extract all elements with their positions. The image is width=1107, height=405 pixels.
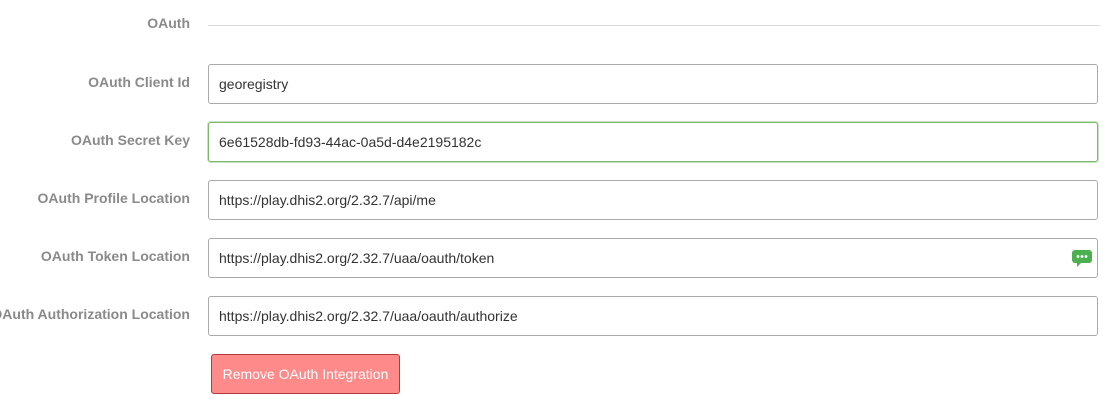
- oauth-settings-form: OAuth OAuth Client Id OAuth Secret Key O…: [0, 0, 1107, 405]
- authorization-location-input[interactable]: [208, 296, 1098, 336]
- oauth-section-header: OAuth: [0, 12, 1100, 36]
- secret-key-row: OAuth Secret Key: [0, 122, 1100, 162]
- remove-oauth-integration-button[interactable]: Remove OAuth Integration: [211, 354, 400, 394]
- password-manager-icon-graphic: [1072, 250, 1092, 267]
- profile-location-label: OAuth Profile Location: [37, 190, 190, 206]
- profile-location-row: OAuth Profile Location: [0, 180, 1100, 220]
- section-divider: [208, 25, 1100, 26]
- client-id-row: OAuth Client Id: [0, 64, 1100, 104]
- profile-location-input[interactable]: [208, 180, 1098, 220]
- client-id-label: OAuth Client Id: [88, 74, 190, 90]
- password-manager-icon[interactable]: [1071, 248, 1093, 268]
- token-location-row: OAuth Token Location: [0, 238, 1100, 278]
- section-title: OAuth: [147, 15, 190, 31]
- client-id-input[interactable]: [208, 64, 1098, 104]
- secret-key-input[interactable]: [208, 122, 1098, 162]
- secret-key-label: OAuth Secret Key: [70, 132, 190, 148]
- authorization-location-label: OAuth Authorization Location: [0, 306, 190, 322]
- token-location-input[interactable]: [208, 238, 1098, 278]
- authorization-location-row: OAuth Authorization Location: [0, 296, 1100, 336]
- token-location-label: OAuth Token Location: [40, 248, 190, 264]
